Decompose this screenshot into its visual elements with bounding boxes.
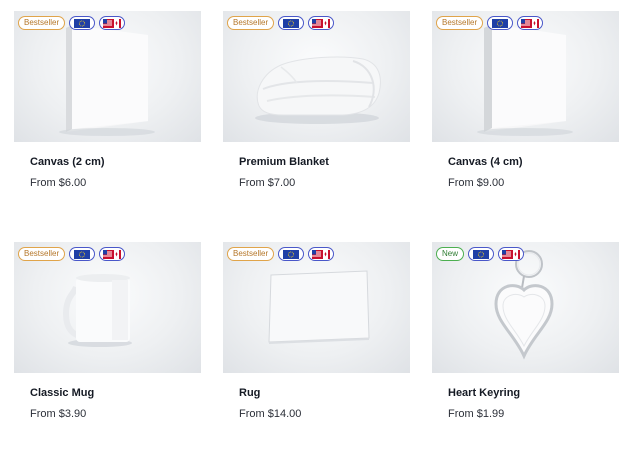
product-title[interactable]: Canvas (2 cm) [30,156,105,168]
us-canada-flag-icon [498,247,525,261]
product-price: From $7.00 [239,177,296,189]
product-price: From $1.99 [448,408,505,420]
product-title[interactable]: Canvas (4 cm) [448,156,523,168]
product-price: From $14.00 [239,408,302,420]
product-card-classic-mug[interactable]: Bestseller Classic Mug From $3.90 [14,242,201,452]
eu-flag-icon [487,16,514,30]
product-title[interactable]: Heart Keyring [448,387,520,399]
canvas-icon [477,24,573,136]
product-image[interactable]: New [432,242,619,373]
product-image[interactable]: Bestseller [223,11,410,142]
canvas-icon [59,25,155,136]
bestseller-badge: Bestseller [227,247,275,261]
bestseller-badge: Bestseller [227,16,275,30]
product-price: From $9.00 [448,177,505,189]
eu-flag-icon [278,16,305,30]
us-canada-flag-icon [308,16,335,30]
rug-icon [268,270,370,344]
product-price: From $6.00 [30,177,87,189]
blanket-icon [255,56,381,124]
eu-flag-icon [468,247,495,261]
product-title[interactable]: Rug [239,387,260,399]
product-card-canvas-2cm[interactable]: Bestseller Canvas (2 cm) From $6.00 [14,11,201,221]
bestseller-badge: Bestseller [18,247,66,261]
mug-icon [62,274,132,347]
us-canada-flag-icon [308,247,335,261]
bestseller-badge: Bestseller [436,16,484,30]
keyring-icon [494,250,554,360]
eu-flag-icon [69,16,96,30]
new-badge: New [436,247,465,261]
product-image[interactable]: Bestseller [14,242,201,373]
us-canada-flag-icon [517,16,544,30]
product-card-heart-keyring[interactable]: New Heart Keyring From $1.99 [432,242,619,452]
product-card-canvas-4cm[interactable]: Bestseller Canvas (4 cm) From $9.00 [432,11,619,221]
eu-flag-icon [278,247,305,261]
product-title[interactable]: Classic Mug [30,387,94,399]
product-image[interactable]: Bestseller [14,11,201,142]
us-canada-flag-icon [99,247,126,261]
bestseller-badge: Bestseller [18,16,66,30]
eu-flag-icon [69,247,96,261]
us-canada-flag-icon [99,16,126,30]
product-title[interactable]: Premium Blanket [239,156,329,168]
product-image[interactable]: Bestseller [223,242,410,373]
product-card-premium-blanket[interactable]: Bestseller Premium Blanket From $7.00 [223,11,410,221]
product-card-rug[interactable]: Bestseller Rug From $14.00 [223,242,410,452]
product-price: From $3.90 [30,408,87,420]
product-image[interactable]: Bestseller [432,11,619,142]
